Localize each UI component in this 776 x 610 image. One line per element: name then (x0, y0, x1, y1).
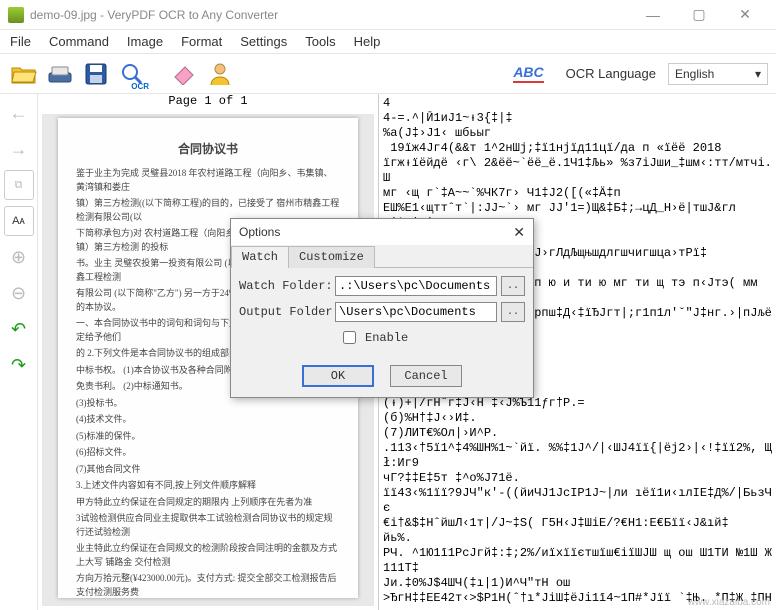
enable-checkbox[interactable] (343, 331, 356, 344)
menu-tools[interactable]: Tools (305, 34, 335, 49)
text-size-button[interactable]: Aᴀ (4, 206, 34, 236)
doc-line: (3)投标书。 (76, 397, 340, 411)
title-bar: demo-09.jpg - VeryPDF OCR to Any Convert… (0, 0, 776, 30)
menu-file[interactable]: File (10, 34, 31, 49)
user-help-icon (207, 61, 233, 87)
zoom-out-button[interactable]: ⊖ (4, 278, 34, 308)
menu-command[interactable]: Command (49, 34, 109, 49)
maximize-button[interactable]: ▢ (676, 0, 722, 30)
zoom-in-button[interactable]: ⊕ (4, 242, 34, 272)
ok-button[interactable]: OK (302, 365, 374, 387)
doc-line: 3试验检测供应合同业主提取供本工试验检测合同协议书的规定规行还试验检测 (76, 512, 340, 539)
app-icon (8, 7, 24, 23)
dialog-close-button[interactable]: ✕ (513, 224, 525, 241)
menu-image[interactable]: Image (127, 34, 163, 49)
doc-line: (4)技术文件。 (76, 413, 340, 427)
ocr-language-value: English (675, 67, 714, 81)
abc-check-icon[interactable]: ABC (513, 64, 543, 83)
doc-line: (7)其他合同文件 (76, 463, 340, 477)
output-folder-input[interactable] (335, 302, 497, 322)
doc-heading: 合同协议书 (76, 140, 340, 157)
output-folder-label: Output Folder: (239, 305, 331, 319)
undo-button[interactable]: ↶ (4, 314, 34, 344)
nav-back-button[interactable]: ← (4, 98, 34, 128)
scan-button[interactable] (44, 58, 76, 90)
minimize-button[interactable]: — (630, 0, 676, 30)
menu-format[interactable]: Format (181, 34, 222, 49)
menu-bar: File Command Image Format Settings Tools… (0, 30, 776, 54)
watch-folder-input[interactable] (335, 276, 497, 296)
open-folder-icon (11, 63, 37, 85)
ocr-language-select[interactable]: English ▾ (668, 63, 768, 85)
output-folder-browse-button[interactable]: .. (501, 302, 525, 322)
open-folder-button[interactable] (8, 58, 40, 90)
side-tools: ← → ⧉ Aᴀ ⊕ ⊖ ↶ ↷ (0, 94, 38, 610)
doc-line: 鉴于业主为完成 灵璧县2018 年农村道路工程（向阳乡、韦集镇、黄湾镇和娄庄 (76, 167, 340, 194)
menu-settings[interactable]: Settings (240, 34, 287, 49)
dialog-title: Options (239, 225, 280, 239)
ocr-language-label: OCR Language (566, 66, 656, 81)
doc-line: 方向万拾元整(¥423000.00元)。支付方式: 提交全部交工检测报告后支付检… (76, 572, 340, 598)
redo-button[interactable]: ↷ (4, 350, 34, 380)
watermark: www.xiazaiba.com (688, 597, 770, 608)
doc-line: (6)招标文件。 (76, 446, 340, 460)
doc-line: 业主特此立约保证在合同规文的检测阶段按合同注明的金额及方式 上大写 铺路金 交付… (76, 542, 340, 569)
toolbar: OCR ABC OCR Language English ▾ (0, 54, 776, 94)
enable-label: Enable (365, 331, 408, 345)
scanner-icon (47, 63, 73, 85)
tab-customize[interactable]: Customize (288, 246, 375, 268)
watch-folder-label: Watch Folder: (239, 279, 331, 293)
page-indicator: Page 1 of 1 (38, 94, 378, 112)
menu-help[interactable]: Help (354, 34, 381, 49)
doc-line: (5)标准的保件。 (76, 430, 340, 444)
user-help-button[interactable] (204, 58, 236, 90)
options-dialog: Options ✕ Watch Customize Watch Folder: … (230, 218, 534, 398)
dropdown-arrow-icon: ▾ (755, 67, 761, 81)
eraser-icon (171, 63, 197, 85)
doc-line: 3.上述文件内容如有不同,按上列文件顺序解释 (76, 479, 340, 493)
window-title: demo-09.jpg - VeryPDF OCR to Any Convert… (30, 8, 630, 22)
nav-forward-button[interactable]: → (4, 134, 34, 164)
zoom-region-button[interactable]: ⧉ (4, 170, 34, 200)
doc-line: 甲方特此立约保证在合同规定的期限内 上列顺序在先者为准 (76, 496, 340, 510)
ocr-sub-label: OCR (131, 82, 149, 91)
tab-watch[interactable]: Watch (231, 246, 289, 268)
save-button[interactable] (80, 58, 112, 90)
dialog-tabs: Watch Customize (231, 245, 533, 268)
close-window-button[interactable]: ✕ (722, 0, 768, 30)
watch-folder-browse-button[interactable]: .. (501, 276, 525, 296)
ocr-button[interactable]: OCR (116, 58, 148, 90)
eraser-button[interactable] (168, 58, 200, 90)
save-disk-icon (84, 62, 108, 86)
cancel-button[interactable]: Cancel (390, 365, 462, 387)
